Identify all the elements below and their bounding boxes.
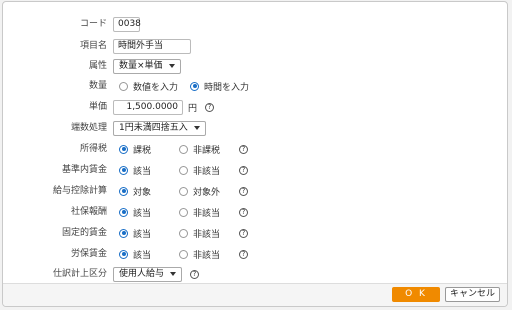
dialog-footer: O K キャンセル <box>3 283 507 306</box>
radio-selected-icon <box>119 249 128 259</box>
rounding-label: 端数処理 <box>70 123 107 133</box>
labor-insurance-option-not-applicable[interactable]: 非該当 <box>179 248 227 261</box>
help-icon[interactable]: ? <box>239 186 248 196</box>
row-basic-wage: 基準内賃金 該当 非該当 ? <box>3 161 503 179</box>
attribute-select-value: 数量×単価 <box>119 60 163 71</box>
attribute-select[interactable]: 数量×単価 <box>113 58 181 74</box>
income-tax-option-nontaxable[interactable]: 非課税 <box>179 143 227 156</box>
ok-button[interactable]: O K <box>392 287 440 302</box>
fixed-wage-option-applicable[interactable]: 該当 <box>119 227 167 240</box>
journal-category-select-value: 使用人給与 <box>119 268 165 279</box>
chevron-down-icon <box>168 64 175 68</box>
income-tax-nontaxable-label: 非課税 <box>193 145 221 156</box>
social-insurance-option-not-applicable[interactable]: 非該当 <box>179 206 227 219</box>
row-income-tax: 所得税 課税 非課税 ? <box>3 140 503 158</box>
radio-selected-icon <box>119 186 128 196</box>
social-insurance-option-applicable[interactable]: 該当 <box>119 206 167 219</box>
labor-insurance-label: 労保賃金 <box>70 249 107 259</box>
basic-wage-option-not-applicable[interactable]: 非該当 <box>179 164 227 177</box>
quantity-label: 数量 <box>88 81 107 91</box>
basic-wage-applicable-label: 該当 <box>133 166 152 177</box>
row-code: コード 0038 <box>3 15 503 33</box>
radio-selected-icon <box>190 81 200 91</box>
income-tax-taxable-label: 課税 <box>133 145 152 156</box>
row-rounding: 端数処理 1円未満四捨五入 <box>3 119 503 137</box>
help-icon[interactable]: ? <box>239 249 248 259</box>
labor-insurance-not-applicable-label: 非該当 <box>193 250 221 261</box>
journal-category-select[interactable]: 使用人給与 <box>113 266 183 282</box>
radio-icon <box>179 186 188 196</box>
row-payroll-deduction: 給与控除計算 対象 対象外 ? <box>3 182 503 200</box>
radio-icon <box>119 81 128 91</box>
fixed-wage-applicable-label: 該当 <box>133 229 152 240</box>
radio-selected-icon <box>119 228 128 238</box>
radio-icon <box>179 249 188 259</box>
item-name-label: 項目名 <box>79 41 107 51</box>
radio-icon <box>179 144 188 154</box>
help-icon[interactable]: ? <box>205 102 215 112</box>
help-icon[interactable]: ? <box>239 144 248 154</box>
item-name-field[interactable]: 時間外手当 <box>113 38 191 54</box>
quantity-option-time-label: 時間を入力 <box>204 82 250 93</box>
income-tax-option-taxable[interactable]: 課税 <box>119 143 167 156</box>
payroll-deduction-label: 給与控除計算 <box>52 186 107 196</box>
chevron-down-icon <box>193 126 200 130</box>
basic-wage-not-applicable-label: 非該当 <box>193 166 221 177</box>
item-edit-dialog: コード 0038 項目名 時間外手当 属性 数量×単価 数量 数値を入力 時間を… <box>2 1 508 307</box>
social-insurance-not-applicable-label: 非該当 <box>193 208 221 219</box>
payroll-deduction-option-excluded[interactable]: 対象外 <box>179 185 227 198</box>
fixed-wage-option-not-applicable[interactable]: 非該当 <box>179 227 227 240</box>
row-item-name: 項目名 時間外手当 <box>3 37 503 55</box>
rounding-select[interactable]: 1円未満四捨五入 <box>113 120 206 136</box>
payroll-deduction-target-label: 対象 <box>133 187 152 198</box>
basic-wage-option-applicable[interactable]: 該当 <box>119 164 167 177</box>
row-labor-insurance: 労保賃金 該当 非該当 ? <box>3 245 503 263</box>
row-quantity: 数量 数値を入力 時間を入力 <box>3 77 503 95</box>
fixed-wage-label: 固定的賃金 <box>61 228 107 238</box>
help-icon[interactable]: ? <box>239 207 248 217</box>
radio-selected-icon <box>119 144 128 154</box>
labor-insurance-applicable-label: 該当 <box>133 250 152 261</box>
quantity-option-number-label: 数値を入力 <box>133 82 179 93</box>
code-label: コード <box>79 19 107 29</box>
radio-icon <box>179 228 188 238</box>
radio-selected-icon <box>119 207 128 217</box>
social-insurance-applicable-label: 該当 <box>133 208 152 219</box>
quantity-option-time[interactable]: 時間を入力 <box>190 80 249 93</box>
radio-selected-icon <box>119 165 128 175</box>
rounding-select-value: 1円未満四捨五入 <box>119 122 188 133</box>
unit-price-unit: 円 <box>188 103 198 114</box>
help-icon[interactable]: ? <box>239 165 248 175</box>
unit-price-field[interactable]: 1,500.0000 <box>113 99 183 115</box>
row-social-insurance: 社保報酬 該当 非該当 ? <box>3 203 503 221</box>
help-icon[interactable]: ? <box>190 269 200 279</box>
row-attribute: 属性 数量×単価 <box>3 57 503 75</box>
payroll-deduction-option-target[interactable]: 対象 <box>119 185 167 198</box>
basic-wage-label: 基準内賃金 <box>61 165 107 175</box>
radio-icon <box>179 207 188 217</box>
income-tax-label: 所得税 <box>79 144 107 154</box>
unit-price-label: 単価 <box>88 102 107 112</box>
row-journal-category: 仕訳計上区分 使用人給与 ? <box>3 265 503 283</box>
code-field[interactable]: 0038 <box>113 16 141 32</box>
help-icon[interactable]: ? <box>239 228 248 238</box>
quantity-option-number[interactable]: 数値を入力 <box>119 80 178 93</box>
row-unit-price: 単価 1,500.0000 円 ? <box>3 98 503 116</box>
attribute-label: 属性 <box>88 61 107 71</box>
social-insurance-label: 社保報酬 <box>70 207 107 217</box>
journal-category-label: 仕訳計上区分 <box>52 269 107 279</box>
row-fixed-wage: 固定的賃金 該当 非該当 ? <box>3 224 503 242</box>
radio-icon <box>179 165 188 175</box>
cancel-button[interactable]: キャンセル <box>445 287 500 302</box>
fixed-wage-not-applicable-label: 非該当 <box>193 229 221 240</box>
chevron-down-icon <box>170 272 177 276</box>
labor-insurance-option-applicable[interactable]: 該当 <box>119 248 167 261</box>
payroll-deduction-excluded-label: 対象外 <box>193 187 221 198</box>
